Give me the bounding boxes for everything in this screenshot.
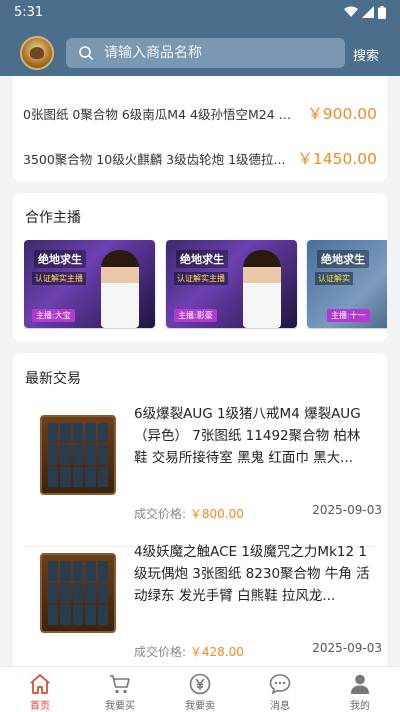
tab-label: 我要买	[105, 701, 135, 712]
user-icon	[351, 674, 369, 694]
item-title: 0张图纸 0聚合物 6级南瓜M4 4级孙悟空M24 1...	[23, 106, 298, 122]
item-title: 3500聚合物 10级火麒麟 3级齿轮炮 1级德拉...	[23, 151, 286, 167]
signal-icon	[362, 6, 374, 18]
tab-profile[interactable]: 我的	[320, 667, 400, 712]
trade-price: ￥428.00	[189, 645, 244, 659]
partner-streamers-card: 合作主播 绝地求生 认证解实主播 主播:大宝 绝地求生 认证解实主播 主播:影豪…	[13, 193, 387, 342]
status-icons	[344, 5, 386, 19]
tab-home[interactable]: 首页	[0, 667, 80, 712]
bottom-tab-bar: 首页 我要买 我要卖 消息 我的	[0, 666, 400, 712]
status-time: 5:31	[14, 4, 44, 20]
recent-items-card: 0张图纸 0聚合物 6级南瓜M4 4级孙悟空M24 1... ￥900.00 3…	[13, 76, 387, 182]
trade-price: ￥800.00	[189, 507, 244, 521]
tab-label: 我的	[350, 701, 370, 712]
streamer-photo	[101, 250, 139, 328]
trade-date: 2025-09-03	[312, 503, 382, 517]
search-box[interactable]	[66, 38, 345, 68]
streamer-card[interactable]: 绝地求生 认证解实 主播:十一	[307, 240, 387, 328]
home-icon	[30, 674, 50, 694]
streamer-name: 主播:大宝	[32, 309, 75, 322]
streamer-carousel[interactable]: 绝地求生 认证解实主播 主播:大宝 绝地求生 认证解实主播 主播:影豪 绝地求生…	[24, 240, 387, 329]
section-title: 合作主播	[25, 210, 81, 226]
streamer-name: 主播:影豪	[174, 309, 217, 322]
streamer-heading: 绝地求生	[176, 250, 228, 268]
trade-item[interactable]: 6级爆裂AUG 1级猪八戒M4 爆裂AUG（异色） 7张图纸 11492聚合物 …	[24, 391, 382, 547]
tab-label: 我要卖	[185, 701, 215, 712]
search-button[interactable]: 搜索	[353, 45, 379, 64]
streamer-sub: 认证解实	[315, 272, 353, 285]
streamer-sub: 认证解实主播	[174, 272, 228, 285]
streamer-name: 主播:十一	[327, 309, 370, 322]
top-bar: 搜索	[0, 36, 400, 70]
tab-buy[interactable]: 我要买	[80, 667, 160, 712]
section-title: 最新交易	[25, 371, 81, 387]
trade-thumbnail	[40, 553, 116, 633]
list-item[interactable]: 3500聚合物 10级火麒麟 3级齿轮炮 1级德拉... ￥1450.00	[23, 144, 377, 172]
streamer-photo	[243, 250, 281, 328]
search-input[interactable]	[104, 45, 324, 61]
price-label: 成交价格:	[134, 507, 187, 521]
trade-price-row: 成交价格: ￥800.00	[134, 505, 244, 522]
main-content[interactable]: 0张图纸 0聚合物 6级南瓜M4 4级孙悟空M24 1... ￥900.00 3…	[0, 76, 400, 666]
tab-label: 首页	[30, 701, 50, 712]
avatar[interactable]	[20, 36, 54, 70]
list-item[interactable]: 0张图纸 0聚合物 6级南瓜M4 4级孙悟空M24 1... ￥900.00	[23, 99, 377, 127]
trade-thumbnail	[40, 415, 116, 495]
search-icon	[79, 46, 94, 61]
trade-description: 4级妖魔之触ACE 1级魔咒之力Mk12 1级玩偶炮 3张图纸 8230聚合物 …	[134, 544, 370, 604]
item-price: ￥1450.00	[297, 150, 377, 168]
streamer-heading: 绝地求生	[34, 250, 86, 268]
message-icon	[269, 674, 291, 695]
yen-icon	[189, 673, 211, 695]
streamer-card[interactable]: 绝地求生 认证解实主播 主播:影豪	[166, 240, 297, 328]
cart-icon	[110, 675, 130, 694]
price-label: 成交价格:	[134, 645, 187, 659]
trade-price-row: 成交价格: ￥428.00	[134, 643, 244, 660]
tab-label: 消息	[270, 701, 290, 712]
streamer-sub: 认证解实主播	[32, 272, 86, 285]
trade-date: 2025-09-03	[312, 641, 382, 655]
status-bar: 5:31	[0, 0, 400, 24]
streamer-heading: 绝地求生	[317, 250, 369, 268]
battery-icon	[378, 5, 386, 19]
streamer-card[interactable]: 绝地求生 认证解实主播 主播:大宝	[24, 240, 155, 328]
tab-sell[interactable]: 我要卖	[160, 667, 240, 712]
latest-trades-card: 最新交易 6级爆裂AUG 1级猪八戒M4 爆裂AUG（异色） 7张图纸 1149…	[13, 353, 387, 666]
trade-item[interactable]: 4级妖魔之触ACE 1级魔咒之力Mk12 1级玩偶炮 3张图纸 8230聚合物 …	[24, 529, 382, 666]
item-price: ￥900.00	[307, 105, 377, 123]
wifi-icon	[344, 6, 358, 17]
app-header: 5:31 搜索	[0, 0, 400, 76]
trade-description: 6级爆裂AUG 1级猪八戒M4 爆裂AUG（异色） 7张图纸 11492聚合物 …	[134, 406, 361, 466]
tab-messages[interactable]: 消息	[240, 667, 320, 712]
